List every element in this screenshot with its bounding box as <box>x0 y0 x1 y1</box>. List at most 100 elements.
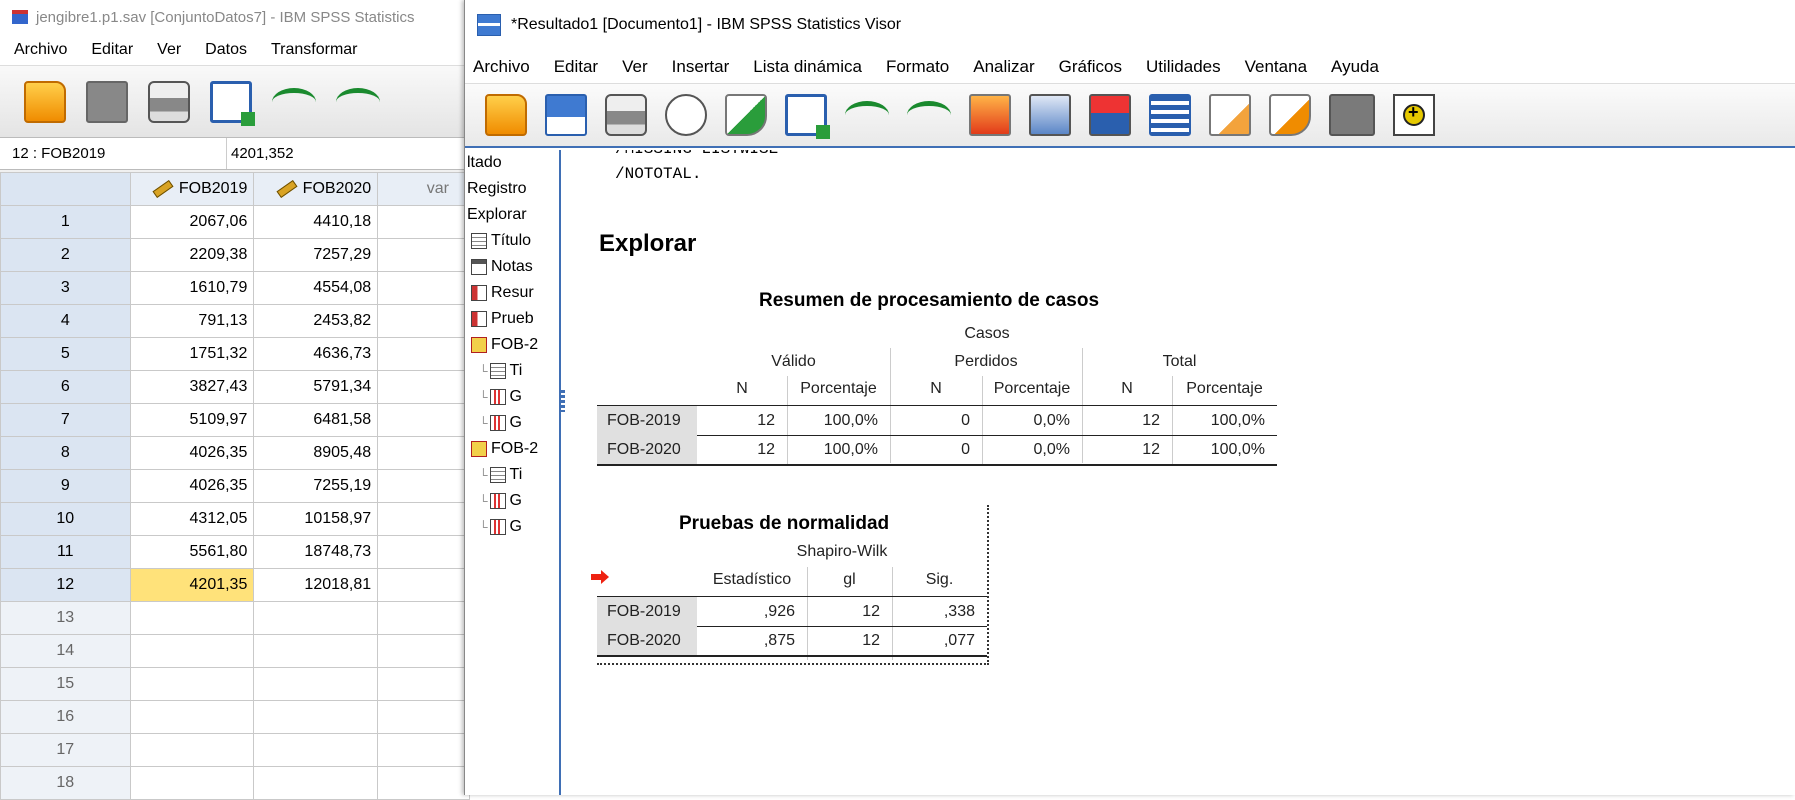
cell-fob2020[interactable]: 12018,81 <box>253 568 379 602</box>
menu-lista-dinamica[interactable]: Lista dinámica <box>741 57 874 77</box>
cell-var[interactable] <box>377 403 470 437</box>
column-header-var[interactable]: var <box>377 172 470 206</box>
row-number[interactable]: 2 <box>0 238 131 272</box>
export-icon[interactable] <box>725 94 767 136</box>
table-row[interactable]: 13 <box>0 601 470 635</box>
outline-item[interactable]: Explorar <box>465 202 559 228</box>
row-number[interactable]: 9 <box>0 469 131 503</box>
cell-var[interactable] <box>377 601 470 635</box>
cell-fob2019[interactable]: 1751,32 <box>129 337 255 371</box>
menu-analizar[interactable]: Analizar <box>961 57 1046 77</box>
outline-item[interactable]: FOB-2 <box>465 332 559 358</box>
table-row[interactable]: 14 <box>0 634 470 668</box>
cell-fob2019[interactable]: 4312,05 <box>129 502 255 536</box>
recall-dialog-icon[interactable] <box>785 94 830 139</box>
cell-fob2019[interactable]: 2209,38 <box>129 238 255 272</box>
row-number[interactable]: 16 <box>0 700 131 734</box>
case-summary-table[interactable]: Casos Válido Perdidos Total N Porcentaje N Porc… <box>597 320 1277 470</box>
row-number[interactable]: 4 <box>0 304 131 338</box>
menu-formato[interactable]: Formato <box>874 57 961 77</box>
cell-fob2020[interactable] <box>253 634 379 668</box>
print-preview-icon[interactable] <box>665 94 707 136</box>
cell-fob2020[interactable]: 4554,08 <box>253 271 379 305</box>
cell-fob2019[interactable] <box>129 667 255 701</box>
outline-item[interactable]: Registro <box>465 176 559 202</box>
row-number[interactable]: 6 <box>0 370 131 404</box>
cell-var[interactable] <box>377 502 470 536</box>
cell-fob2019[interactable]: 1610,79 <box>129 271 255 305</box>
cell-var[interactable] <box>377 238 470 272</box>
table-row[interactable]: 9 4026,35 7255,19 <box>0 469 470 503</box>
row-number[interactable]: 15 <box>0 667 131 701</box>
grid-corner[interactable] <box>0 172 131 206</box>
viewer-title-bar[interactable]: *Resultado1 [Documento1] - IBM SPSS Stat… <box>465 0 1795 50</box>
cell-var[interactable] <box>377 436 470 470</box>
cell-fob2020[interactable]: 10158,97 <box>253 502 379 536</box>
outline-item[interactable]: └ Ti <box>465 358 559 384</box>
cell-fob2020[interactable] <box>253 733 379 767</box>
cell-var[interactable] <box>377 568 470 602</box>
cell-fob2019[interactable] <box>129 733 255 767</box>
row-number[interactable]: 11 <box>0 535 131 569</box>
cell-var[interactable] <box>377 700 470 734</box>
cell-fob2019[interactable]: 4201,35 <box>129 568 255 602</box>
pane-splitter-handle[interactable] <box>561 390 565 412</box>
outline-item[interactable]: └ G <box>465 514 559 540</box>
case-summary-title[interactable]: Resumen de procesamiento de casos <box>759 290 1099 312</box>
recall-dialog-icon[interactable] <box>210 80 255 126</box>
cell-fob2019[interactable] <box>129 700 255 734</box>
row-number[interactable]: 8 <box>0 436 131 470</box>
cell-var[interactable] <box>377 205 470 239</box>
redo-icon[interactable] <box>336 87 380 116</box>
cell-fob2020[interactable]: 5791,34 <box>253 370 379 404</box>
table-row[interactable]: 16 <box>0 700 470 734</box>
table-row[interactable]: 6 3827,43 5791,34 <box>0 370 470 404</box>
menu-graficos[interactable]: Gráficos <box>1047 57 1134 77</box>
save-icon[interactable] <box>545 94 587 136</box>
cell-var[interactable] <box>377 271 470 305</box>
row-number[interactable]: 10 <box>0 502 131 536</box>
cell-fob2020[interactable] <box>253 667 379 701</box>
menu-editar[interactable]: Editar <box>542 57 610 77</box>
cell-fob2019[interactable]: 5561,80 <box>129 535 255 569</box>
cell-fob2020[interactable]: 7255,19 <box>253 469 379 503</box>
table-row[interactable]: 4 791,13 2453,82 <box>0 304 470 338</box>
table-row[interactable]: 8 4026,35 8905,48 <box>0 436 470 470</box>
outline-item[interactable]: ltado <box>465 150 559 176</box>
edit-syntax-icon[interactable] <box>1209 94 1251 136</box>
editor-menu-transformar[interactable]: Transformar <box>259 41 370 59</box>
cell-fob2019[interactable]: 5109,97 <box>129 403 255 437</box>
cell-fob2020[interactable]: 18748,73 <box>253 535 379 569</box>
editor-menu-datos[interactable]: Datos <box>193 41 259 59</box>
run-script-icon[interactable] <box>1269 94 1311 136</box>
outline-item[interactable]: └ G <box>465 410 559 436</box>
column-header-fob2019[interactable]: FOB2019 <box>129 172 255 206</box>
cell-fob2020[interactable]: 4636,73 <box>253 337 379 371</box>
row-number[interactable]: 12 <box>0 568 131 602</box>
print-icon[interactable] <box>605 94 647 136</box>
cell-fob2019[interactable] <box>129 601 255 635</box>
cell-fob2020[interactable]: 6481,58 <box>253 403 379 437</box>
save-icon[interactable] <box>86 80 128 123</box>
goto-variable-icon[interactable] <box>1029 94 1071 136</box>
menu-archivo[interactable]: Archivo <box>465 57 542 77</box>
table-row[interactable]: 3 1610,79 4554,08 <box>0 271 470 305</box>
table-row[interactable]: 12 4201,35 12018,81 <box>0 568 470 602</box>
menu-utilidades[interactable]: Utilidades <box>1134 57 1233 77</box>
add-item-button[interactable] <box>1393 94 1435 136</box>
cell-fob2019[interactable]: 791,13 <box>129 304 255 338</box>
table-row[interactable]: 2 2209,38 7257,29 <box>0 238 470 272</box>
editor-menu-archivo[interactable]: Archivo <box>0 41 79 59</box>
menu-ayuda[interactable]: Ayuda <box>1319 57 1391 77</box>
outline-item[interactable]: Notas <box>465 254 559 280</box>
normality-table[interactable]: Shapiro-Wilk Estadístico gl Sig. FOB-2019 ,92… <box>597 543 987 663</box>
column-header-fob2020[interactable]: FOB2020 <box>253 172 379 206</box>
table-row[interactable]: 10 4312,05 10158,97 <box>0 502 470 536</box>
undo-icon[interactable] <box>272 87 316 116</box>
table-row[interactable]: 1 2067,06 4410,18 <box>0 205 470 239</box>
variables-list-icon[interactable] <box>1149 94 1191 136</box>
table-row[interactable]: 15 <box>0 667 470 701</box>
menu-ventana[interactable]: Ventana <box>1233 57 1319 77</box>
cell-var[interactable] <box>377 469 470 503</box>
editor-title-bar[interactable]: jengibre1.p1.sav [ConjuntoDatos7] - IBM … <box>0 0 470 34</box>
